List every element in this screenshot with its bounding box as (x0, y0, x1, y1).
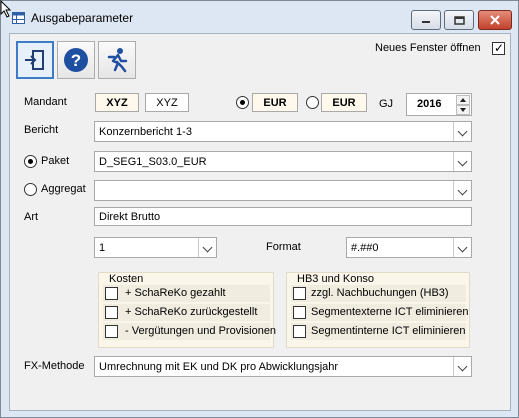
paket-label: Paket (41, 155, 70, 167)
aggregat-combo[interactable] (94, 180, 472, 201)
close-button[interactable] (478, 10, 512, 30)
dialog-window: Ausgabeparameter ? Neues Fenster öffnen … (0, 0, 519, 418)
run-button[interactable] (98, 41, 136, 79)
segmentinterne-checkbox[interactable] (293, 325, 306, 338)
hb3-group: HB3 und Konso zzgl. Nachbuchungen (HB3) … (286, 272, 470, 348)
schareko-gezahlt-label: + SchaReKo gezahlt (125, 287, 226, 299)
maximize-icon (453, 15, 465, 25)
paket-combo[interactable]: D_SEG1_S03.0_EUR (94, 151, 472, 172)
spin-down-button[interactable] (456, 105, 470, 115)
mandant-label: Mandant (24, 96, 67, 108)
format-label: Format (266, 241, 301, 253)
bericht-label: Bericht (24, 124, 59, 136)
schareko-zurueckgestellt-label: + SchaReKo zurückgestellt (125, 306, 258, 318)
chevron-down-icon[interactable] (453, 152, 471, 171)
paket-value: D_SEG1_S03.0_EUR (99, 156, 207, 168)
checkmark-icon: ✓ (494, 41, 505, 55)
mandant-code-selected[interactable]: XYZ (95, 93, 139, 112)
new-window-label: Neues Fenster öffnen (375, 42, 481, 54)
new-window-checkbox[interactable]: ✓ (492, 41, 505, 55)
paket-radio[interactable] (24, 155, 37, 168)
title-bar[interactable]: Ausgabeparameter (1, 1, 518, 33)
chevron-down-icon[interactable] (453, 238, 471, 257)
segmentexterne-label: Segmentexterne ICT eliminieren (311, 306, 469, 318)
gj-spinner[interactable]: 2016 (406, 93, 472, 116)
fx-label: FX-Methode (24, 360, 85, 372)
exit-door-icon (25, 50, 44, 70)
help-button[interactable]: ? (57, 41, 95, 79)
nachbuchungen-checkbox[interactable] (293, 287, 306, 300)
running-man-icon (107, 48, 128, 73)
format-combo[interactable]: #.##0 (346, 237, 472, 258)
maximize-button[interactable] (444, 10, 474, 30)
spin-up-button[interactable] (456, 95, 470, 105)
kosten-group: Kosten + SchaReKo gezahlt + SchaReKo zur… (98, 272, 276, 348)
kosten-row: - Vergütungen und Provisionen (103, 323, 276, 340)
mouse-pointer-icon (0, 0, 12, 18)
kosten-row: + SchaReKo gezahlt (103, 285, 270, 302)
fx-value: Umrechnung mit EK und DK pro Abwicklungs… (99, 361, 339, 373)
mandant-code-other[interactable]: XYZ (145, 93, 189, 112)
gj-value: 2016 (417, 98, 442, 110)
level-combo[interactable]: 1 (94, 237, 217, 258)
dialog-body: ? Neues Fenster öffnen ✓ Mandant XYZ XYZ… (9, 33, 511, 411)
nachbuchungen-label: zzgl. Nachbuchungen (HB3) (311, 287, 449, 299)
currency-1-value[interactable]: EUR (252, 93, 298, 112)
schareko-gezahlt-checkbox[interactable] (105, 287, 118, 300)
art-field[interactable]: Direkt Brutto (94, 207, 472, 226)
currency-2-radio[interactable] (306, 96, 319, 109)
table-icon (12, 12, 25, 24)
currency-1-radio[interactable] (236, 96, 249, 109)
window-title: Ausgabeparameter (31, 11, 134, 25)
gj-label: GJ (379, 98, 394, 110)
chevron-down-icon[interactable] (198, 238, 216, 257)
schareko-zurueckgestellt-checkbox[interactable] (105, 306, 118, 319)
segmentexterne-checkbox[interactable] (293, 306, 306, 319)
minimize-icon (422, 21, 430, 23)
art-label: Art (24, 211, 39, 223)
hb3-row: zzgl. Nachbuchungen (HB3) (291, 285, 466, 302)
exit-button[interactable] (16, 41, 54, 79)
hb3-row: Segmentexterne ICT eliminieren (291, 304, 469, 321)
aggregat-label: Aggregat (41, 183, 86, 195)
kosten-title: Kosten (107, 273, 146, 285)
fx-combo[interactable]: Umrechnung mit EK und DK pro Abwicklungs… (94, 356, 472, 377)
chevron-down-icon[interactable] (453, 181, 471, 200)
hb3-title: HB3 und Konso (295, 273, 377, 285)
level-value: 1 (99, 242, 106, 254)
segmentinterne-label: Segmentinterne ICT eliminieren (311, 325, 466, 337)
minimize-button[interactable] (411, 10, 441, 30)
question-icon: ? (64, 48, 88, 72)
verguetungen-checkbox[interactable] (105, 325, 118, 338)
hb3-row: Segmentinterne ICT eliminieren (291, 323, 466, 340)
format-value: #.##0 (351, 242, 379, 254)
close-icon (490, 15, 500, 25)
currency-2-value[interactable]: EUR (321, 93, 367, 112)
verguetungen-label: - Vergütungen und Provisionen (125, 325, 277, 337)
svg-text:?: ? (71, 51, 81, 70)
aggregat-radio[interactable] (24, 183, 37, 196)
chevron-down-icon[interactable] (453, 122, 471, 141)
kosten-row: + SchaReKo zurückgestellt (103, 304, 270, 321)
bericht-value: Konzernbericht 1-3 (99, 126, 192, 138)
bericht-combo[interactable]: Konzernbericht 1-3 (94, 121, 472, 142)
chevron-down-icon[interactable] (453, 357, 471, 376)
